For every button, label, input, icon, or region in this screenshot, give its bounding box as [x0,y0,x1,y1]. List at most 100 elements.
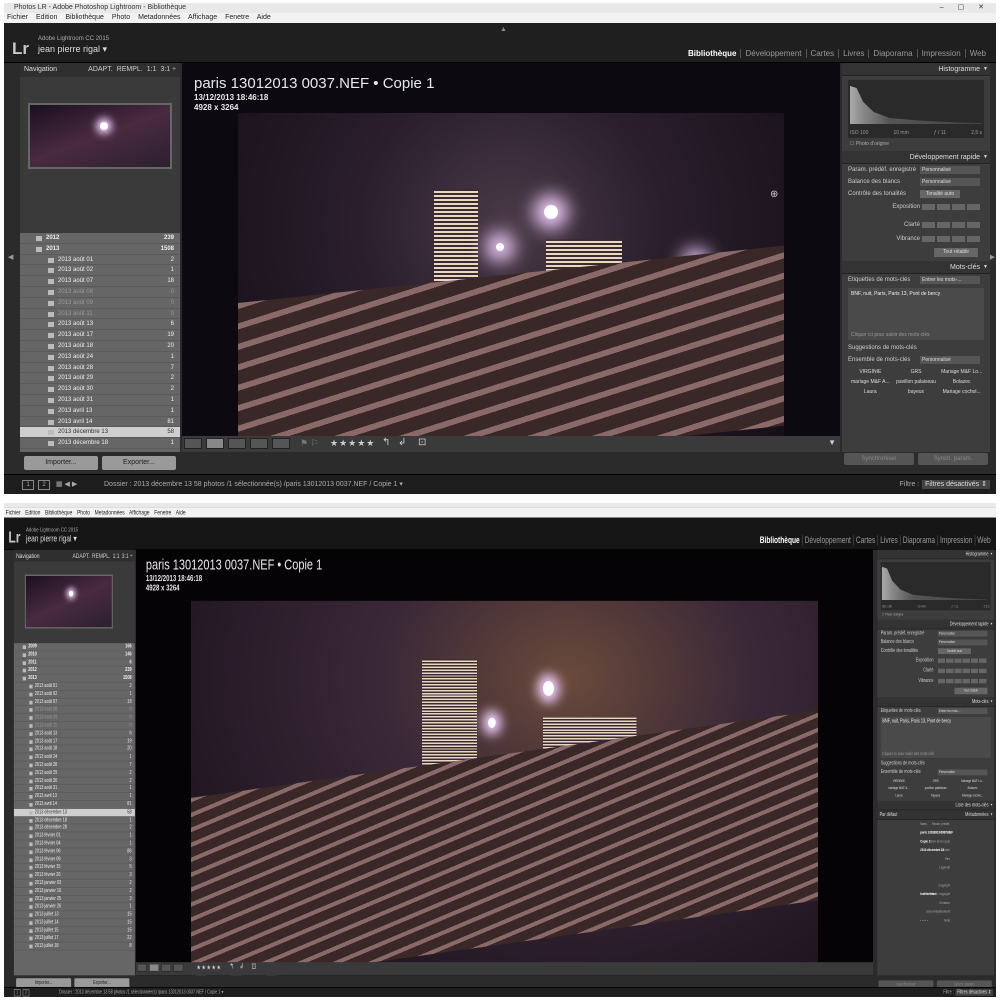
auto-tone-button[interactable]: Tonalité auto [920,190,960,198]
right-panel-toggle-icon[interactable]: ▶ [990,253,995,261]
wb-select[interactable]: Personnalisé [937,639,988,646]
survey-view-button[interactable] [250,438,268,449]
folder-item[interactable]: 2013 août 09 0 [20,298,180,309]
folder-item[interactable]: 2013 janvier 26 1 [13,903,135,912]
metadata-value[interactable]: Copie 1 [920,837,930,846]
compare-view-button[interactable] [161,963,172,972]
folder-item[interactable]: 2013 août 13 6 [13,730,135,738]
keyword-set-item[interactable]: Mariage M&F Lo... [954,778,991,785]
folder-item[interactable]: 2013 août 28 7 [20,363,180,374]
navigator-header[interactable]: Navigation ADAPT. REMPL. 1:1 3:1 ÷ [13,549,135,562]
metadata-row[interactable] [877,872,994,881]
menu-fenetre[interactable]: Fenetre [225,14,249,21]
module-cartes[interactable]: Cartes [806,49,840,58]
keyword-set-item[interactable]: pavillon palaiseau [893,378,939,387]
folder-item[interactable]: 2013 août 29 2 [20,373,180,385]
window-controls[interactable]: – ▢ ✕ [940,3,990,13]
export-button[interactable]: Exporter... [102,456,176,470]
keyword-set-item[interactable]: Bolazec [939,378,984,387]
sync-button[interactable]: Synchroniser [844,453,914,465]
metadata-row[interactable]: Etat du copyright Indéterminé [877,890,994,899]
folder-item[interactable]: 2013 juillet 14 15 [13,919,135,927]
module-cartes[interactable]: Cartes [853,535,879,545]
keyword-set-item[interactable]: mariage M&F A... [848,378,893,387]
preset-select[interactable]: Personnalisé [920,166,980,174]
sync-params-button[interactable]: Synch. param. [918,453,988,465]
vibrance-buttons[interactable] [937,678,988,684]
keyword-set-item[interactable]: VIRGINIE [880,778,917,785]
keyword-set-item[interactable]: Laura [880,792,917,800]
info-overlay-icon[interactable]: ⊡ [418,437,426,448]
auto-tone-button[interactable]: Tonalité auto [937,648,971,655]
metadata-row[interactable]: Nom de la copie Copie 1 [877,837,994,846]
keyword-set-item[interactable]: bayeux [893,388,939,397]
folder-item[interactable]: 2013 août 01 2 [13,683,135,691]
keyword-set-select[interactable]: Personnalisé [937,769,988,776]
module-impression[interactable]: Impression [917,49,966,58]
rotate-right-icon[interactable]: ↲ [239,963,244,971]
folder-item[interactable]: 2012 239 [20,233,180,244]
menu-aide[interactable]: Aide [176,509,186,516]
folder-item[interactable]: 2012 239 [13,667,135,675]
folder-item[interactable]: 2013 décembre 28 2 [13,824,135,833]
module-web[interactable]: Web [975,535,993,545]
folder-item[interactable]: 2013 août 18 20 [20,341,180,352]
toolbar-menu-icon[interactable]: ▼ [828,438,836,447]
module-impression[interactable]: Impression [937,535,976,545]
nav-fill[interactable]: REMPL. [117,66,143,73]
folder-item[interactable]: 2013 août 30 2 [13,777,135,786]
metadata-header[interactable]: Par défaut Métadonnées [877,810,994,820]
folder-item[interactable]: 2013 août 31 1 [13,785,135,793]
source-path[interactable]: Dossier : 2013 décembre 13 58 photos /1 … [59,988,223,997]
module-livres[interactable]: Livres [839,49,870,58]
metadata-value[interactable]: · · · · · [920,916,928,925]
import-button[interactable]: Importer... [24,456,98,470]
folder-item[interactable]: 2013 avril 13 1 [13,793,135,801]
folder-item[interactable]: 2013 août 24 1 [20,352,180,363]
survey-view-button[interactable] [173,963,184,972]
keyword-textarea[interactable]: BNF, nuit, Paris, Paris 13, Pont de berc… [880,716,991,758]
metadata-row[interactable]: Créateur [877,899,994,908]
compare-view-button[interactable] [228,438,246,449]
metadata-default[interactable]: Par défaut [880,810,898,819]
keyword-set-item[interactable]: mariage M&F A... [880,785,917,793]
module-bibliotheque[interactable]: Bibliothèque [684,49,742,58]
menu-fichier[interactable]: Fichier [6,509,21,516]
zoom-icon[interactable]: ⊕ [770,189,778,200]
folder-item[interactable]: 2013 décembre 18 1 [20,438,180,449]
menu-metadonnees[interactable]: Metadonnées [138,14,180,21]
metadata-row[interactable]: Dossier 2013 décembre 13 [877,846,994,855]
clarity-buttons[interactable] [937,668,988,674]
folder-item[interactable]: 2013 août 29 2 [13,769,135,778]
menu-fenetre[interactable]: Fenetre [154,509,171,516]
module-developpement[interactable]: Développement [802,535,854,545]
keyword-set-item[interactable]: Laura [848,388,893,397]
loupe-view-button[interactable] [149,963,160,972]
folder-item[interactable]: 2013 août 17 19 [13,738,135,746]
metadata-row[interactable]: Titre [877,855,994,864]
module-diaporama[interactable]: Diaporama [869,49,918,58]
folder-item[interactable]: 2013 août 28 7 [13,761,135,770]
folder-item[interactable]: 2013 janvier 25 3 [13,895,135,904]
nav-1to1[interactable]: 1:1 [147,66,157,73]
menu-metadonnees[interactable]: Metadonnées [95,509,125,516]
wb-select[interactable]: Personnalisé [920,178,980,186]
menu-photo[interactable]: Photo [112,14,130,21]
histogram-header[interactable]: Histogramme [877,549,994,560]
source-path[interactable]: Dossier : 2013 décembre 13 58 photos /1 … [104,475,403,494]
keyword-tags-select[interactable]: Entrer les mots-... [920,276,980,284]
grid-view-button[interactable] [137,963,147,972]
keyword-set-item[interactable]: Mariage cochol... [954,792,991,800]
metadata-value[interactable]: paris 13012013 0037.NEF [920,829,953,838]
keyword-list-header[interactable]: Liste des mots-clés [877,800,994,811]
filter-select[interactable]: Filtres désactivés ⇕ [922,480,990,489]
keywords-header[interactable]: Mots-clés [842,261,990,274]
keyword-tags-select[interactable]: Entrer les mots-... [937,708,988,714]
folder-item[interactable]: 2013 août 17 19 [20,330,180,341]
folder-item[interactable]: 2013 avril 14 81 [13,801,135,809]
grid-view-button[interactable] [184,438,202,449]
keyword-set-item[interactable]: Mariage M&F Lo... [939,368,984,377]
navigator-preview[interactable] [24,574,113,629]
nav-3to1[interactable]: 3:1 ÷ [160,66,176,73]
folder-item[interactable]: 2013 août 09 0 [13,714,135,722]
